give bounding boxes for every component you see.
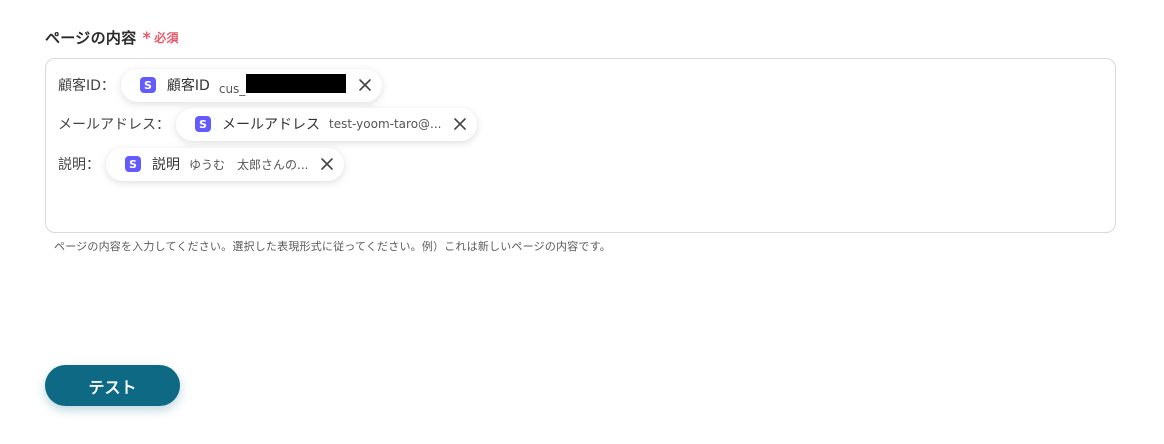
token-value: ゆうむ 太郎さんの... (189, 157, 309, 172)
stripe-icon: S (195, 116, 211, 132)
token-chip-description[interactable]: S 説明 ゆうむ 太郎さんの... (106, 147, 345, 181)
redaction-block (246, 74, 347, 93)
field-label: ページの内容 * 必須 (45, 27, 179, 48)
row-customer-id: 顧客ID： S 顧客ID cus_ (58, 68, 383, 102)
close-icon[interactable] (358, 78, 372, 92)
token-name: 説明 (152, 157, 180, 173)
required-asterisk: * (142, 28, 152, 47)
row-label: 顧客ID： (58, 78, 115, 94)
row-label: メールアドレス： (58, 117, 170, 133)
token-name: メールアドレス (222, 117, 320, 133)
token-value: cus_ (218, 74, 347, 96)
close-icon[interactable] (320, 157, 334, 171)
helper-text: ページの内容を入力してください。選択した表現形式に従ってください。例）これは新し… (54, 240, 611, 253)
token-chip-email[interactable]: S メールアドレス test-yoom-taro@... (176, 107, 478, 141)
row-email: メールアドレス： S メールアドレス test-yoom-taro@... (58, 107, 478, 141)
token-name: 顧客ID (166, 78, 210, 94)
row-description: 説明： S 説明 ゆうむ 太郎さんの... (58, 147, 345, 181)
token-value-text: cus_ (218, 82, 246, 96)
required-badge: 必須 (154, 31, 179, 45)
row-label: 説明： (58, 157, 100, 173)
test-button[interactable]: テスト (45, 365, 180, 406)
stripe-icon: S (125, 156, 141, 172)
token-chip-customer-id[interactable]: S 顧客ID cus_ (120, 68, 383, 102)
page-content-editor[interactable]: 顧客ID： S 顧客ID cus_ メールアドレス： S メールアドレス tes… (45, 58, 1116, 233)
close-icon[interactable] (453, 117, 467, 131)
field-label-text: ページの内容 (45, 29, 137, 47)
token-value: test-yoom-taro@... (329, 117, 442, 131)
stripe-icon: S (139, 77, 156, 93)
